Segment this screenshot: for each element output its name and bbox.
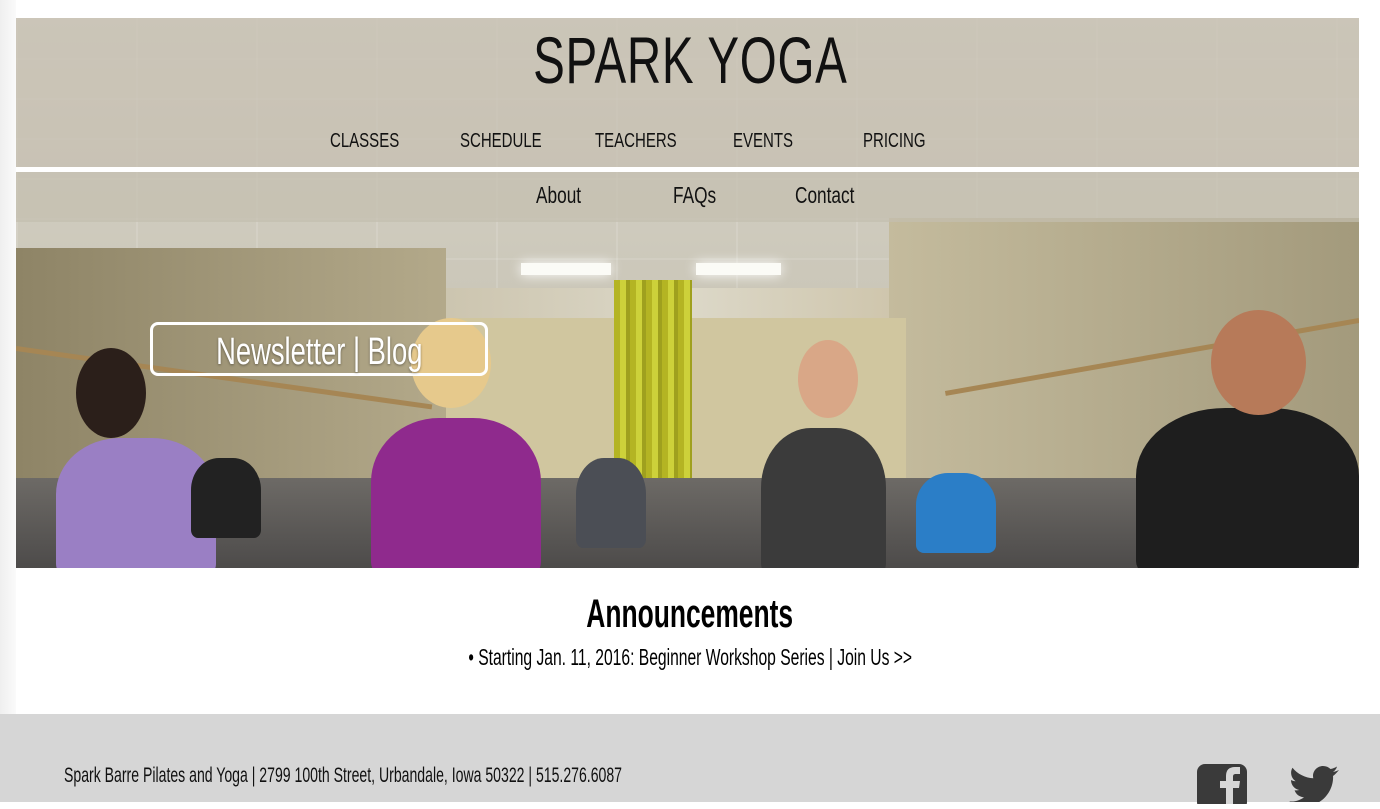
person-head <box>1211 310 1306 415</box>
nav-item-about[interactable]: About <box>536 182 596 209</box>
person <box>191 458 261 538</box>
nav-item-contact[interactable]: Contact <box>795 182 874 209</box>
footer: Spark Barre Pilates and Yoga | 2799 100t… <box>0 714 1380 809</box>
nav-item-pricing[interactable]: PRICING <box>863 130 946 153</box>
announcement-link[interactable]: • Starting Jan. 11, 2016: Beginner Works… <box>0 644 1380 671</box>
person-head <box>76 348 146 438</box>
nav-item-events[interactable]: EVENTS <box>733 130 813 153</box>
ceiling-light <box>521 263 611 275</box>
person <box>1136 408 1359 568</box>
site-title[interactable]: SPARK YOGA <box>0 22 1380 98</box>
nav-item-teachers[interactable]: TEACHERS <box>595 130 704 153</box>
person <box>371 418 541 568</box>
person-head <box>798 340 858 418</box>
newsletter-blog-button[interactable]: Newsletter | Blog <box>150 322 488 376</box>
person <box>916 473 996 553</box>
footer-address: Spark Barre Pilates and Yoga | 2799 100t… <box>64 764 623 787</box>
person <box>576 458 646 548</box>
ceiling-light <box>696 263 781 275</box>
nav-item-classes[interactable]: CLASSES <box>330 130 422 153</box>
nav-item-schedule[interactable]: SCHEDULE <box>460 130 569 153</box>
announcements-title: Announcements <box>586 592 794 636</box>
nav-item-faqs[interactable]: FAQs <box>673 182 731 209</box>
person <box>761 428 886 568</box>
twitter-icon[interactable] <box>1288 766 1340 807</box>
